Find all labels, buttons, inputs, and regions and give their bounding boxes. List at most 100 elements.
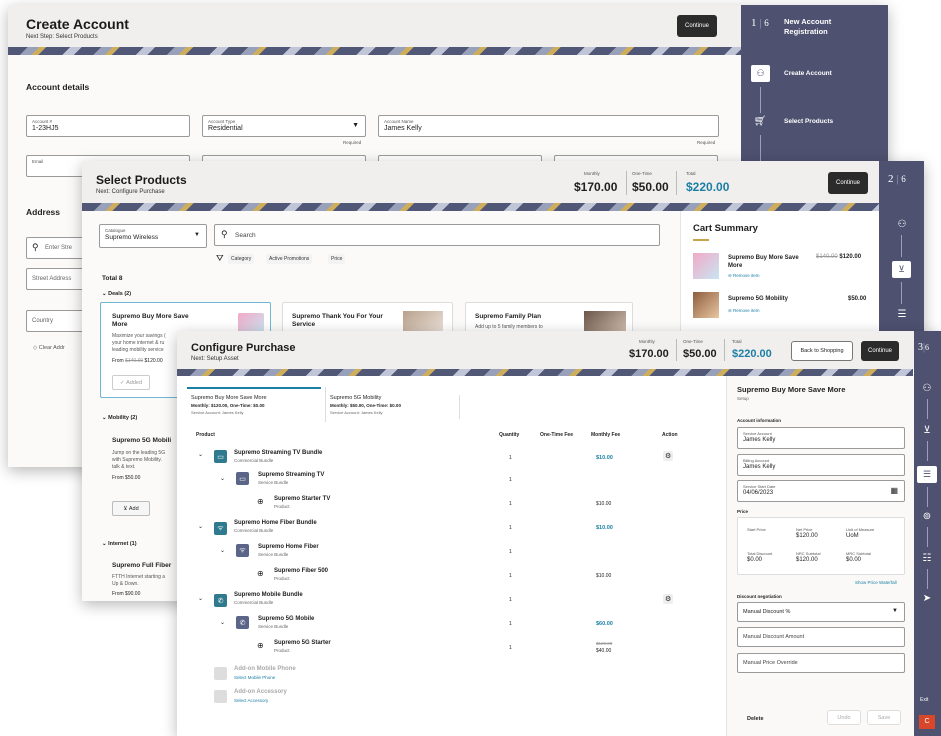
calendar-icon[interactable]: ▦ <box>890 486 898 495</box>
account-type-select[interactable]: Account Type Residential ▼ <box>202 115 366 137</box>
price-box: Start Price Net Price $120.00 Unit of Me… <box>737 517 905 575</box>
sliders-icon[interactable]: ☰ <box>892 309 912 320</box>
expand-toggle[interactable]: ⌄ <box>220 547 225 554</box>
product-type: Service Bundle <box>258 624 289 629</box>
product-name: Supremo 5G Mobili <box>112 437 172 444</box>
tab-divider <box>459 395 460 419</box>
cart-item-name: Supremo Buy More Save More <box>728 255 799 269</box>
configure-purchase-header: Configure Purchase Next: Setup Asset Mon… <box>177 331 941 369</box>
show-price-waterfall-link[interactable]: Show Price Waterfall <box>855 580 897 585</box>
column-monthly: Monthly Fee <box>591 432 621 438</box>
expand-toggle[interactable]: ⌄ <box>198 451 203 458</box>
rail-step-select-products[interactable]: Select Products <box>784 118 833 125</box>
select-mobile-phone-link[interactable]: Select Mobile Phone <box>234 675 275 680</box>
addon-name: Add-on Mobile Phone <box>234 666 296 672</box>
step-indicator: 2 | 6 <box>888 173 906 185</box>
product-type: Product <box>274 648 290 653</box>
select-accessory-link[interactable]: Select Accessory <box>234 698 268 703</box>
continue-button[interactable]: Continue <box>677 15 717 37</box>
cart-icon[interactable]: ⊻ <box>892 261 911 278</box>
addon-name: Add-on Accessory <box>234 689 287 695</box>
internet-group-toggle[interactable]: ⌄ Internet (1) <box>102 541 137 547</box>
configure-icon[interactable]: ⚙ <box>663 451 674 461</box>
table-row: ⊕ Supremo 5G Starter Product 1 $120.00 $… <box>177 637 722 661</box>
undo-button[interactable]: Undo <box>827 710 861 725</box>
sliders-icon[interactable]: ☰ <box>917 466 937 483</box>
configure-icon[interactable]: ⚙ <box>663 594 674 604</box>
tab-buy-more-save-more[interactable]: Supremo Buy More Save More Monthly: $120… <box>187 387 321 422</box>
filter-icon[interactable]: ⛛ <box>216 253 224 264</box>
add-button[interactable]: ⊻ Add <box>112 501 150 516</box>
manual-discount-percent-select[interactable]: Manual Discount % ▼ <box>737 602 905 622</box>
rail-step-create-account[interactable]: Create Account <box>784 70 832 77</box>
clear-address-link[interactable]: ◇ Clear Addr <box>33 345 65 351</box>
total-amount: $220.00 <box>686 180 730 194</box>
table-row: ⌄ ▭ Supremo Streaming TV Service Bundle … <box>177 469 722 493</box>
catalogue-select[interactable]: Catalogue Supremo Wireless ▼ <box>99 224 207 248</box>
back-to-shopping-button[interactable]: Back to Shopping <box>791 341 853 361</box>
start-price-label: Start Price <box>747 527 766 532</box>
column-product: Product <box>196 432 215 438</box>
expand-toggle[interactable]: ⌄ <box>198 595 203 602</box>
decorative-band <box>8 47 741 55</box>
product-price: From $50.00 <box>112 475 141 481</box>
continue-button[interactable]: Continue <box>828 172 868 194</box>
tab-5g-mobility[interactable]: Supremo 5G Mobility Monthly: $50.00, One… <box>325 387 459 422</box>
step-indicator: 3|6 <box>918 342 930 353</box>
total-amount: $220.00 <box>732 348 772 360</box>
added-button: ✓ Added <box>112 375 150 390</box>
cart-item-thumbnail <box>693 253 719 279</box>
continue-button[interactable]: Continue <box>861 341 899 361</box>
rail-connector <box>901 235 902 257</box>
manual-price-override-input[interactable]: Manual Price Override <box>737 653 905 673</box>
account-name-field[interactable]: Account Name James Kelly <box>378 115 719 137</box>
expand-toggle[interactable]: ⌄ <box>198 523 203 530</box>
cart-icon[interactable]: ⊻ <box>917 425 937 436</box>
user-add-icon[interactable]: ⚇ <box>917 383 937 394</box>
expand-toggle[interactable]: ⌄ <box>220 475 225 482</box>
checklist-icon[interactable]: ☷ <box>917 553 937 564</box>
product-name: Supremo Full Fiber <box>112 562 172 569</box>
filter-category[interactable]: Category <box>228 254 255 264</box>
deals-group-toggle[interactable]: ⌄ Deals (2) <box>102 291 131 297</box>
addon-icon <box>214 690 227 703</box>
page-title: Configure Purchase <box>191 342 296 354</box>
product-type: Service Bundle <box>258 480 289 485</box>
product-search-input[interactable]: ⚲ Search <box>214 224 660 246</box>
user-add-icon[interactable]: ⚇ <box>751 65 770 82</box>
remove-item-link[interactable]: ⊖ Remove item <box>728 273 760 279</box>
send-icon[interactable]: ➤ <box>917 593 937 604</box>
service-start-date-field[interactable]: Service Start Date 04/06/2023 ▦ <box>737 480 905 502</box>
tv-icon: ▭ <box>236 472 249 485</box>
filter-price[interactable]: Price <box>328 254 346 264</box>
product-description: Maximize your savings ( your home intern… <box>112 333 166 353</box>
address-title: Address <box>26 207 61 217</box>
setup-icon[interactable]: ⊚ <box>917 511 937 522</box>
manual-discount-amount-input[interactable]: Manual Discount Amount <box>737 627 905 647</box>
expand-toggle[interactable]: ⌄ <box>220 619 225 626</box>
quantity: 1 <box>509 455 512 461</box>
progress-rail: 3|6 ⚇ ⊻ ☰ ⊚ ☷ ➤ Exit C <box>914 331 941 736</box>
addon-row[interactable]: Add-on Accessory Select Accessory <box>177 687 722 709</box>
mobility-group-toggle[interactable]: ⌄ Mobility (2) <box>102 415 137 421</box>
monthly-fee: $10.00 <box>596 501 612 507</box>
exit-link[interactable]: Exit <box>920 697 928 703</box>
service-account-field[interactable]: Service Account James Kelly <box>737 427 905 449</box>
table-row: ⌄ ✆ Supremo Mobile Bundle Commercial Bun… <box>177 589 722 613</box>
phone-icon: ✆ <box>214 594 227 607</box>
cart-item-thumbnail <box>693 292 719 318</box>
divider <box>676 171 677 195</box>
filter-active-promotions[interactable]: Active Promotions <box>266 254 313 264</box>
cart-icon[interactable]: 🛒︎ <box>750 116 770 127</box>
delete-button[interactable]: Delete <box>747 716 764 722</box>
remove-item-link[interactable]: ⊖ Remove item <box>728 308 760 314</box>
addon-row[interactable]: Add-on Mobile Phone Select Mobile Phone <box>177 664 722 686</box>
total-label: Total <box>732 339 742 344</box>
save-button[interactable]: Save <box>867 710 901 725</box>
billing-account-field[interactable]: Billing Account James Kelly <box>737 454 905 476</box>
quantity: 1 <box>509 573 512 579</box>
user-add-icon[interactable]: ⚇ <box>892 219 912 230</box>
exit-icon[interactable]: C <box>919 715 935 729</box>
account-number-field[interactable]: Account # 1-23HJ5 <box>26 115 190 137</box>
product-icon: ⊕ <box>257 641 264 650</box>
